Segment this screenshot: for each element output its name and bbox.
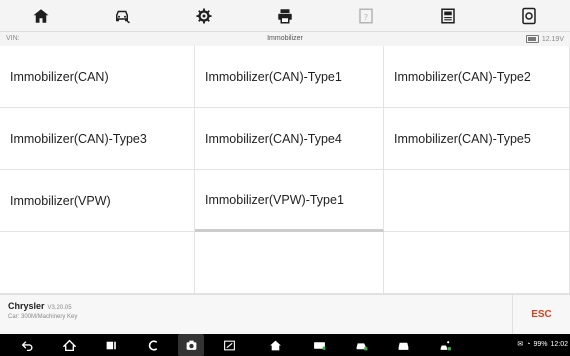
status-bar: ✉ ◔ 99% 12:02: [517, 340, 568, 349]
vehicle-info: Chrysler V3.20.05: [8, 301, 72, 311]
empty-cell: [384, 170, 570, 232]
vehicle-description: Car: 300M/Machinery Key: [8, 314, 78, 320]
empty-cell: [384, 232, 570, 294]
svg-text:?: ?: [364, 11, 368, 21]
menu-grid: Immobilizer(CAN) Immobilizer(CAN)-Type1 …: [0, 46, 570, 294]
save-icon: [441, 8, 455, 23]
app-home-icon: [269, 340, 281, 350]
save-button[interactable]: [407, 0, 488, 31]
menu-item[interactable]: Immobilizer(VPW)-Type1: [195, 170, 384, 232]
empty-cell: [195, 232, 384, 294]
esc-button[interactable]: ESC: [512, 295, 570, 334]
search-icon: [148, 339, 157, 351]
settings-button[interactable]: [163, 0, 244, 31]
recent-apps-button[interactable]: [104, 338, 118, 352]
vci-status-icon: [106, 341, 116, 349]
home-icon: [33, 8, 49, 23]
screen-icon: [223, 340, 235, 350]
camera-button[interactable]: [178, 334, 204, 356]
screenshot-icon: [522, 7, 536, 24]
app-home-button[interactable]: [268, 338, 282, 352]
settings-gear-icon: [196, 8, 212, 23]
back-icon: [21, 340, 32, 351]
car-icon-2: [398, 342, 408, 350]
help-icon: ?: [359, 8, 374, 23]
menu-item[interactable]: Immobilizer(CAN)-Type4: [195, 108, 384, 170]
camera-icon: [186, 340, 196, 350]
software-version: V3.20.05: [47, 305, 72, 311]
menu-item[interactable]: Immobilizer(CAN)-Type5: [384, 108, 570, 170]
vehicle-swap-icon: [116, 10, 131, 23]
back-button[interactable]: [20, 338, 34, 352]
clock: 12:02: [550, 340, 568, 348]
screenshot-button[interactable]: [489, 0, 570, 31]
wifi-icon: ◔: [526, 340, 531, 348]
android-home-button[interactable]: [62, 338, 76, 352]
android-nav-bar: ✉ ◔ 99% 12:02: [0, 334, 570, 356]
page-title: Immobilizer: [267, 35, 303, 42]
screen-button[interactable]: [222, 338, 236, 352]
print-icon: [278, 8, 292, 23]
menu-item[interactable]: Immobilizer(CAN): [0, 46, 195, 108]
car-icon: [356, 342, 367, 350]
bottom-bar: Chrysler V3.20.05 Car: 300M/Machinery Key…: [0, 294, 570, 334]
battery-icon: [525, 35, 539, 43]
vehicle-button[interactable]: [354, 338, 368, 352]
info-bar: VIN: Immobilizer 12.19V: [0, 31, 570, 47]
top-toolbar: ?: [0, 0, 570, 31]
vehicle-swap-button[interactable]: [81, 0, 162, 31]
home-icon: [62, 339, 76, 351]
print-button[interactable]: [244, 0, 325, 31]
remote-button[interactable]: [438, 338, 452, 352]
vci-button[interactable]: [312, 338, 326, 352]
search-button[interactable]: [146, 338, 160, 352]
vci-icon: [313, 341, 325, 350]
remote-icon: [440, 340, 451, 350]
empty-cell: [0, 232, 195, 294]
help-button[interactable]: ?: [326, 0, 407, 31]
voltage-value: 12.19V: [541, 35, 564, 43]
vehicle-make: Chrysler: [8, 301, 45, 311]
message-icon: ✉: [517, 341, 524, 348]
vehicle-button-2[interactable]: [396, 338, 410, 352]
home-button[interactable]: [0, 0, 81, 31]
menu-item[interactable]: Immobilizer(CAN)-Type2: [384, 46, 570, 108]
battery-level: 99%: [533, 340, 548, 348]
menu-item[interactable]: Immobilizer(CAN)-Type3: [0, 108, 195, 170]
menu-item[interactable]: Immobilizer(VPW): [0, 170, 195, 232]
menu-item[interactable]: Immobilizer(CAN)-Type1: [195, 46, 384, 108]
voltage-indicator: 12.19V: [525, 35, 564, 43]
